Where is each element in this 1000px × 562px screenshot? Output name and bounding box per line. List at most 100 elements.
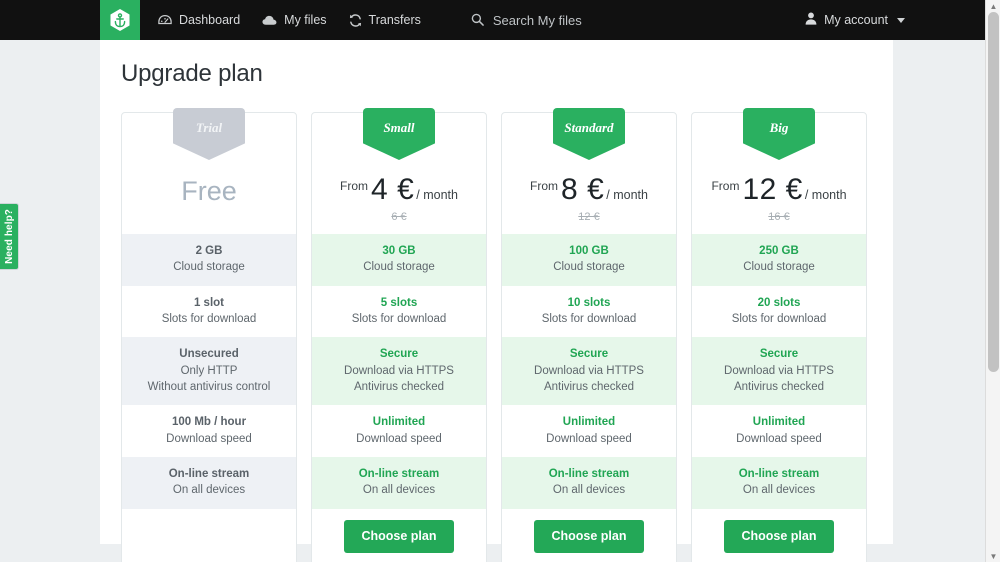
- plan-features-standard: 100 GB Cloud storage 10 slots Slots for …: [502, 234, 676, 509]
- feature-row-slots: 1 slot Slots for download: [122, 285, 296, 338]
- feature-value: Secure: [759, 348, 799, 361]
- feature-value: 250 GB: [759, 245, 799, 257]
- price-old: 12 €: [578, 211, 600, 223]
- feature-row-security: Unsecured Only HTTP Without antivirus co…: [122, 337, 296, 406]
- feature-sub: Cloud storage: [173, 261, 245, 274]
- feature-value: Secure: [379, 348, 419, 361]
- plan-cta-standard: Choose plan: [502, 508, 676, 562]
- price-period: / month: [804, 188, 847, 202]
- feature-sub: Cloud storage: [553, 261, 625, 274]
- feature-sub: On all devices: [362, 484, 436, 497]
- scrollbar-thumb[interactable]: [988, 12, 999, 372]
- user-icon: [805, 12, 817, 28]
- feature-sub: Cloud storage: [363, 261, 435, 274]
- nav-link-transfers[interactable]: Transfers: [349, 14, 421, 27]
- feature-row-stream: On-line stream On all devices: [312, 456, 486, 509]
- price-line: From 12 € / month: [711, 175, 846, 205]
- plan-features-big: 250 GB Cloud storage 20 slots Slots for …: [692, 234, 866, 509]
- price-line: From 4 € / month: [340, 175, 458, 205]
- feature-value: 10 slots: [567, 296, 611, 309]
- feature-sub: Cloud storage: [743, 261, 815, 274]
- choose-plan-button[interactable]: Choose plan: [724, 520, 834, 553]
- feature-value: On-line stream: [358, 467, 440, 480]
- plan-grid: Trial Free 2 GB Cloud storage 1 slot Slo…: [121, 108, 893, 562]
- feature-value: Unlimited: [752, 416, 806, 429]
- feature-sub: Download via HTTPS: [344, 364, 454, 377]
- feature-value: Unlimited: [562, 416, 616, 429]
- price-from-label: From: [530, 179, 559, 193]
- plan-card-trial[interactable]: Trial Free 2 GB Cloud storage 1 slot Slo…: [121, 108, 297, 562]
- price-line: From 8 € / month: [530, 175, 648, 205]
- nav-link-transfers-label: Transfers: [368, 12, 421, 27]
- plan-badge-small-label: Small: [383, 120, 415, 135]
- feature-value: On-line stream: [168, 467, 250, 480]
- brand-logo[interactable]: [100, 0, 140, 40]
- feature-row-storage: 2 GB Cloud storage: [122, 234, 296, 286]
- plan-card-standard[interactable]: Standard From 8 € / month 12 € 100 GB Cl…: [501, 108, 677, 562]
- price-old: 6 €: [391, 211, 407, 223]
- plan-features-trial: 2 GB Cloud storage 1 slot Slots for down…: [122, 234, 296, 509]
- search-input[interactable]: Search My files: [471, 13, 582, 28]
- price-amount: 12 €: [742, 173, 803, 206]
- feature-sub: Slots for download: [351, 312, 447, 325]
- choose-plan-button[interactable]: Choose plan: [534, 520, 644, 553]
- feature-sub2: Without antivirus control: [147, 380, 271, 393]
- feature-sub: On all devices: [172, 484, 246, 497]
- choose-plan-button[interactable]: Choose plan: [344, 520, 454, 553]
- need-help-tab[interactable]: Need help?: [0, 203, 19, 270]
- feature-value: 20 slots: [757, 296, 801, 309]
- feature-value: 2 GB: [195, 245, 223, 257]
- plan-card-small[interactable]: Small From 4 € / month 6 € 30 GB Cloud s…: [311, 108, 487, 562]
- feature-row-storage: 250 GB Cloud storage: [692, 234, 866, 286]
- feature-row-security: Secure Download via HTTPS Antivirus chec…: [312, 337, 486, 406]
- feature-row-stream: On-line stream On all devices: [122, 456, 296, 509]
- feature-sub: Download speed: [546, 432, 632, 445]
- plan-free-label: Free: [181, 176, 237, 206]
- nav-links: Dashboard My files Transfers: [158, 14, 421, 27]
- plan-cta-small: Choose plan: [312, 508, 486, 562]
- price-amount: 8 €: [561, 173, 605, 206]
- feature-row-speed: 100 Mb / hour Download speed: [122, 405, 296, 457]
- account-menu-label: My account: [824, 12, 888, 27]
- account-menu[interactable]: My account: [805, 12, 905, 28]
- feature-row-slots: 20 slots Slots for download: [692, 285, 866, 338]
- price-period: / month: [606, 188, 648, 202]
- feature-sub2: Antivirus checked: [733, 380, 825, 393]
- feature-value: On-line stream: [738, 467, 820, 480]
- feature-row-slots: 10 slots Slots for download: [502, 285, 676, 338]
- price-from-label: From: [340, 179, 369, 193]
- feature-sub: Slots for download: [161, 312, 257, 325]
- feature-row-storage: 30 GB Cloud storage: [312, 234, 486, 286]
- page-title: Upgrade plan: [121, 60, 263, 87]
- feature-row-speed: Unlimited Download speed: [502, 405, 676, 457]
- feature-value: 100 Mb / hour: [171, 416, 247, 429]
- feature-row-stream: On-line stream On all devices: [692, 456, 866, 509]
- feature-row-stream: On-line stream On all devices: [502, 456, 676, 509]
- top-navbar: Dashboard My files Transfers Search My f…: [0, 0, 1000, 40]
- nav-link-my-files[interactable]: My files: [262, 14, 327, 27]
- price-old: 16 €: [768, 211, 790, 223]
- plan-cta-trial: [122, 508, 296, 562]
- price-period: / month: [416, 188, 458, 202]
- feature-sub2: Antivirus checked: [353, 380, 445, 393]
- feature-row-storage: 100 GB Cloud storage: [502, 234, 676, 286]
- feature-sub2: Antivirus checked: [543, 380, 635, 393]
- nav-link-dashboard[interactable]: Dashboard: [158, 14, 240, 27]
- chevron-down-icon: [897, 17, 905, 23]
- feature-sub: Download speed: [356, 432, 442, 445]
- feature-sub: Download via HTTPS: [724, 364, 834, 377]
- feature-sub: Download speed: [166, 432, 252, 445]
- nav-link-dashboard-label: Dashboard: [179, 12, 241, 27]
- feature-value: 5 slots: [380, 296, 418, 309]
- feature-value: 1 slot: [193, 296, 225, 309]
- plan-features-small: 30 GB Cloud storage 5 slots Slots for do…: [312, 234, 486, 509]
- scroll-down-arrow-icon[interactable]: ▼: [986, 550, 1000, 562]
- page-scrollbar[interactable]: ▲ ▼: [985, 0, 1000, 562]
- anchor-hexagon-logo-icon: [109, 8, 131, 32]
- cloud-icon: [262, 15, 277, 26]
- scroll-up-arrow-icon[interactable]: ▲: [986, 0, 1000, 12]
- plan-card-big[interactable]: Big From 12 € / month 16 € 250 GB Cloud …: [691, 108, 867, 562]
- feature-sub: Download speed: [736, 432, 822, 445]
- feature-row-security: Secure Download via HTTPS Antivirus chec…: [692, 337, 866, 406]
- price-amount: 4 €: [371, 173, 415, 206]
